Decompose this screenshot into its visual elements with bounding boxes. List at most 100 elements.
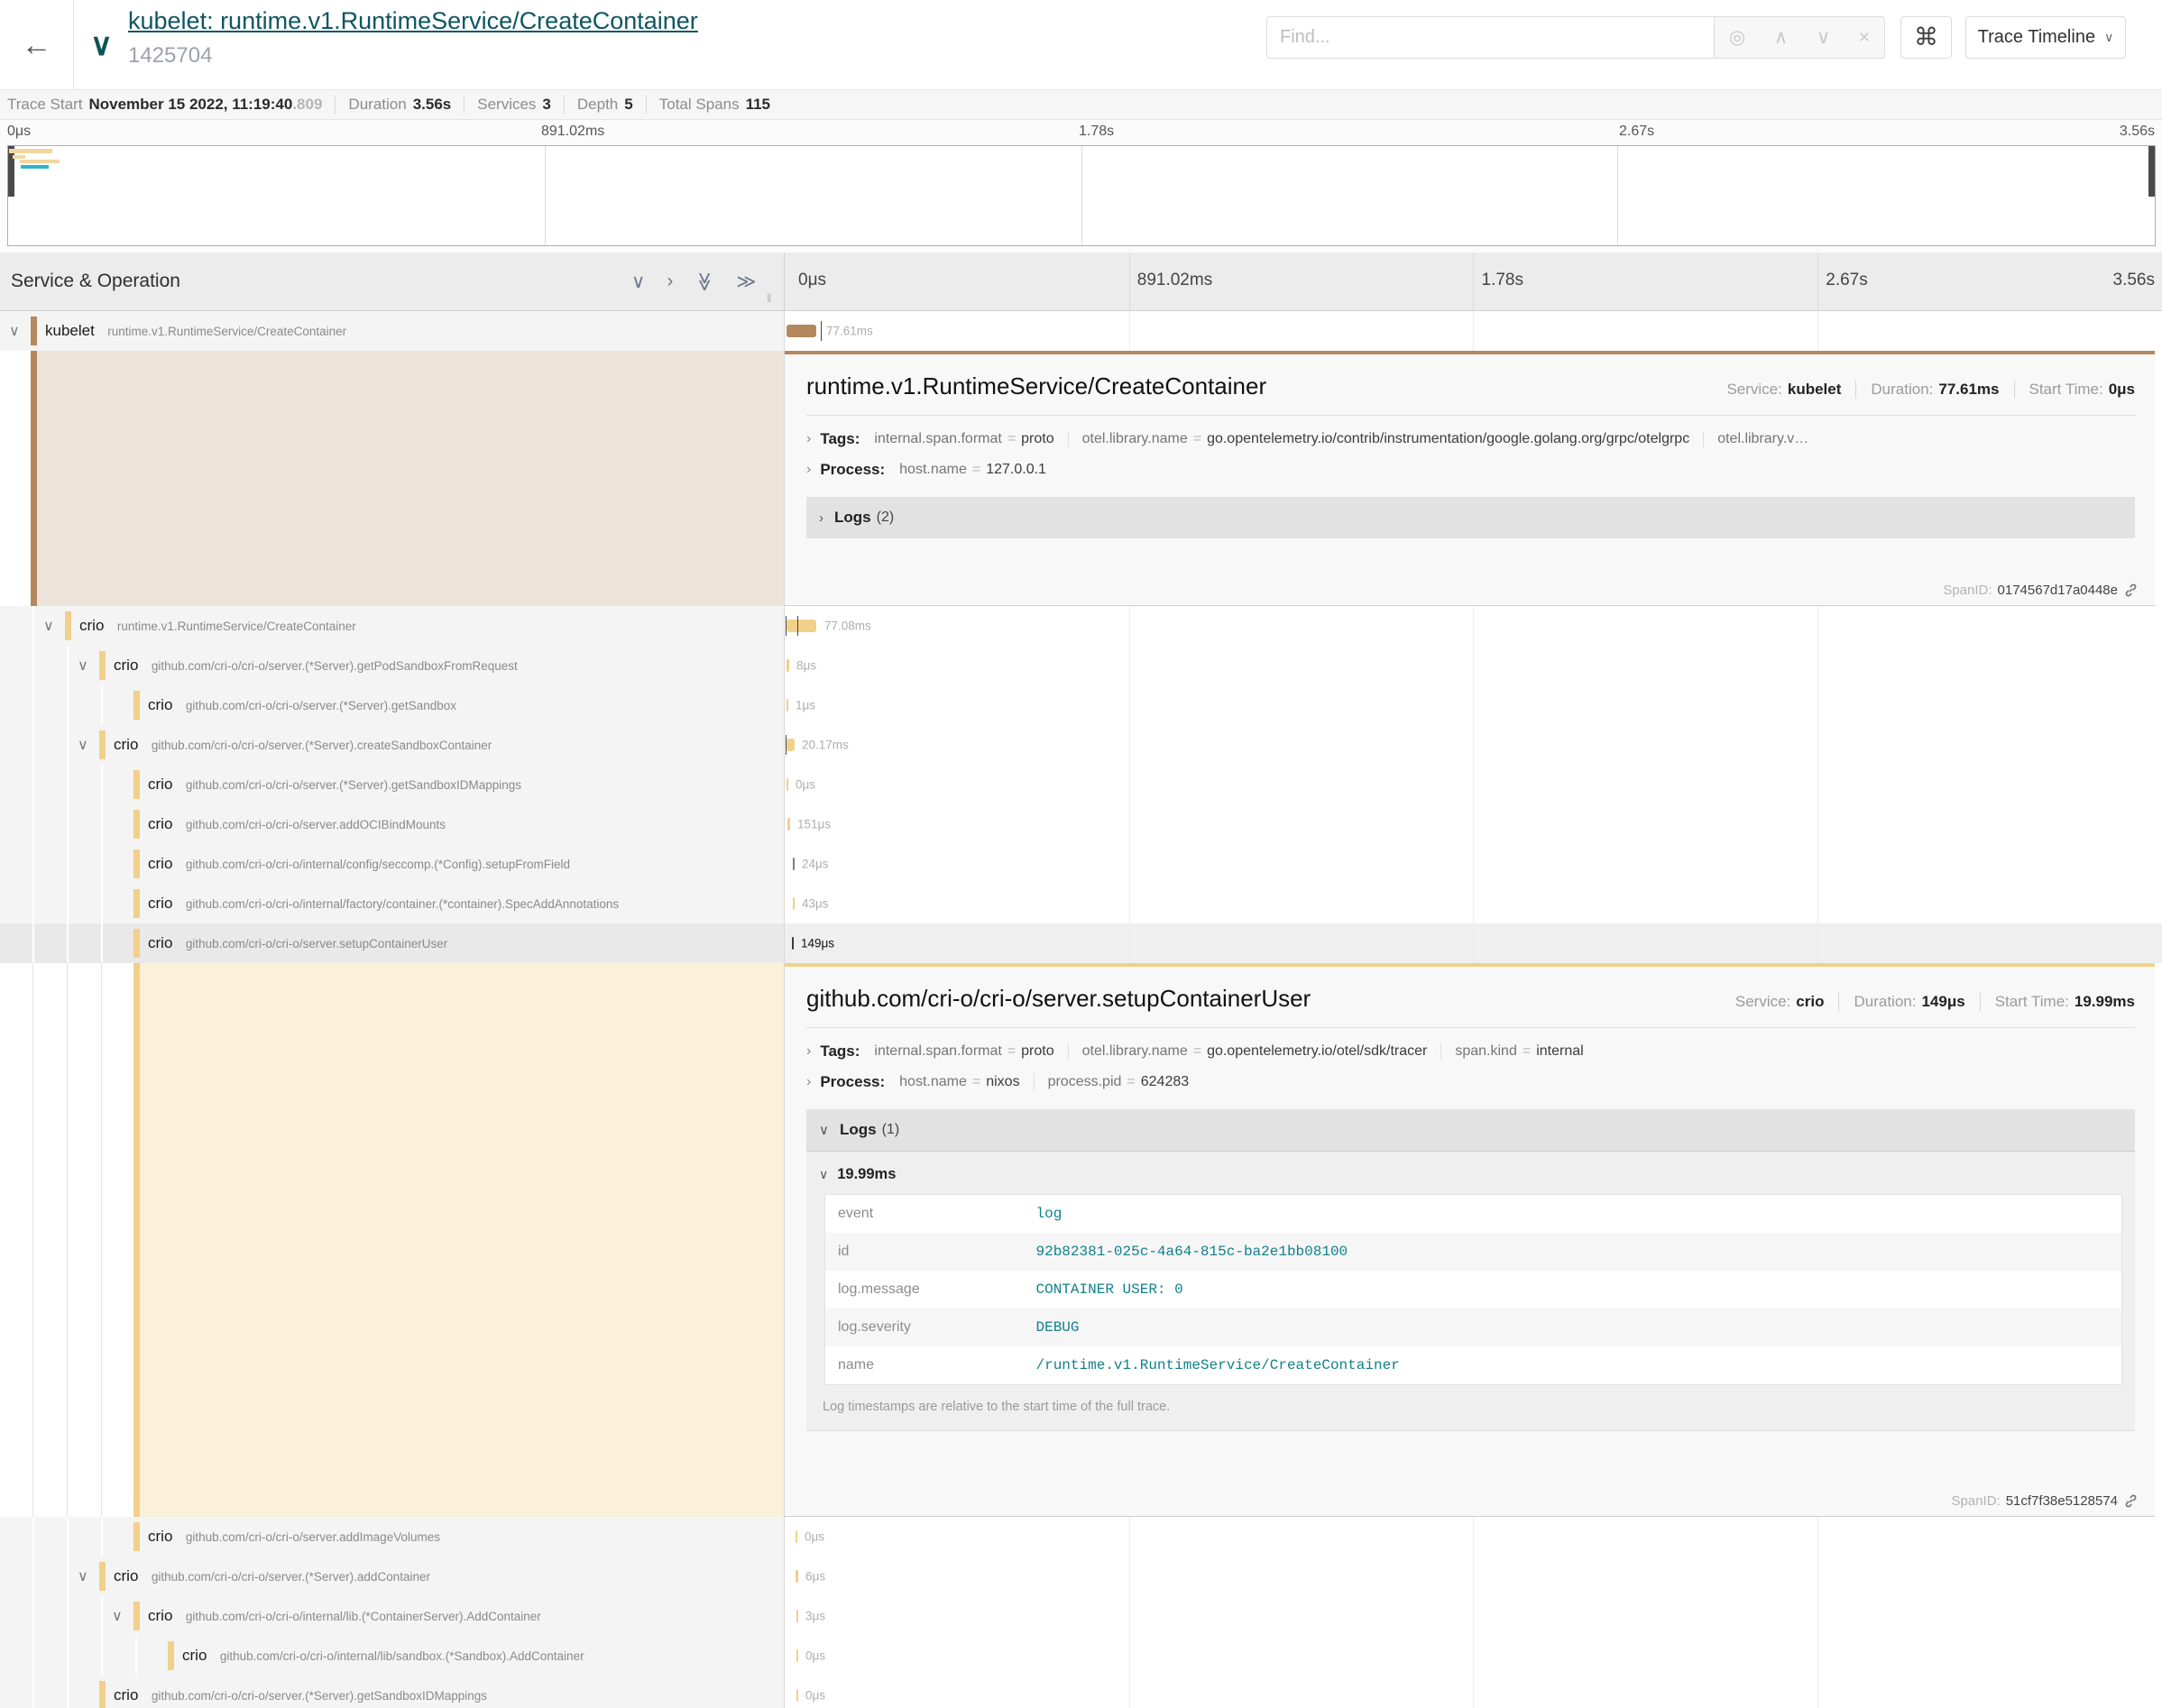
span-collapse-icon[interactable]: ∨ (112, 1607, 123, 1625)
span-timeline-cell[interactable]: 6μs (785, 1556, 2162, 1596)
span-collapse-icon[interactable]: ∨ (9, 322, 20, 340)
span-timeline-cell[interactable]: 77.61ms (785, 311, 2162, 351)
span-collapse-icon[interactable]: ∨ (78, 1567, 88, 1585)
span-timeline-cell[interactable]: 149μs (785, 923, 2162, 963)
trace-title-collapse-icon[interactable]: ∨ (90, 27, 113, 63)
span-table-header: Service & Operation ∨ › ≫ ≫ ‖ 0μs 891.02… (0, 253, 2162, 311)
span-bar[interactable] (796, 1610, 798, 1622)
span-bar[interactable] (787, 778, 788, 791)
process-accordion[interactable]: › Process: host.name=127.0.0.1 (806, 452, 2135, 482)
span-timeline-cell[interactable]: 151μs (785, 804, 2162, 844)
span-name[interactable]: crio github.com/cri-o/cri-o/server.(*Ser… (114, 1686, 487, 1704)
span-bar[interactable] (792, 937, 794, 950)
span-timeline-cell[interactable]: 0μs (785, 765, 2162, 804)
minimap-canvas[interactable] (7, 145, 2156, 246)
span-timeline-cell[interactable]: 3μs (785, 1596, 2162, 1636)
locate-icon[interactable]: ◎ (1729, 26, 1745, 49)
span-bar[interactable] (787, 699, 788, 712)
span-timeline-cell[interactable]: 77.08ms (785, 606, 2162, 646)
span-name[interactable]: kubelet runtime.v1.RuntimeService/Create… (45, 322, 346, 340)
span-row-setupcontaineruser[interactable]: crio github.com/cri-o/cri-o/server.setup… (0, 923, 2162, 963)
span-row-addimagevolumes[interactable]: crio github.com/cri-o/cri-o/server.addIm… (0, 1517, 2162, 1556)
find-clear-icon[interactable]: × (1859, 27, 1870, 49)
span-name[interactable]: crio github.com/cri-o/cri-o/server.(*Ser… (114, 736, 492, 754)
span-bar[interactable] (787, 325, 816, 337)
column-resize-handle[interactable]: ‖ (767, 291, 773, 305)
trace-title-link[interactable]: kubelet: runtime.v1.RuntimeService/Creat… (128, 7, 698, 35)
span-name[interactable]: crio github.com/cri-o/cri-o/internal/con… (148, 855, 570, 873)
link-icon[interactable] (2123, 1493, 2139, 1509)
span-row-addocibindmounts[interactable]: crio github.com/cri-o/cri-o/server.addOC… (0, 804, 2162, 844)
span-bar[interactable] (796, 1649, 798, 1662)
span-timeline-cell[interactable]: 0μs (785, 1636, 2162, 1676)
collapse-all-icon[interactable]: ≫ (694, 271, 716, 291)
minimap-right-scrub-handle[interactable] (2148, 146, 2155, 197)
expand-all-icon[interactable]: ≫ (736, 271, 756, 293)
back-button[interactable]: ← (0, 0, 74, 90)
span-name[interactable]: crio github.com/cri-o/cri-o/internal/lib… (148, 1607, 541, 1625)
span-row-createsandboxcontainer[interactable]: ∨ crio github.com/cri-o/cri-o/server.(*S… (0, 725, 2162, 765)
span-row-crio-createcontainer[interactable]: ∨ crio runtime.v1.RuntimeService/CreateC… (0, 606, 2162, 646)
link-icon[interactable] (2123, 583, 2139, 598)
timeline-minimap[interactable]: 0μs 891.02ms 1.78s 2.67s 3.56s (0, 120, 2162, 253)
span-name[interactable]: crio github.com/cri-o/cri-o/server.setup… (148, 934, 447, 952)
minimap-left-scrub-handle[interactable] (8, 146, 14, 197)
trace-view-selector[interactable]: Trace Timeline ∨ (1965, 16, 2126, 59)
span-name[interactable]: crio github.com/cri-o/cri-o/server.(*Ser… (148, 696, 456, 714)
span-collapse-icon[interactable]: ∨ (78, 736, 88, 754)
span-row-getpodsandboxfromrequest[interactable]: ∨ crio github.com/cri-o/cri-o/server.(*S… (0, 646, 2162, 685)
span-timeline-cell[interactable]: 0μs (785, 1676, 2162, 1708)
span-row-getsandboxidmappings[interactable]: crio github.com/cri-o/cri-o/server.(*Ser… (0, 765, 2162, 804)
span-name[interactable]: crio github.com/cri-o/cri-o/server.(*Ser… (114, 1567, 430, 1585)
span-bar[interactable] (787, 818, 790, 831)
span-name[interactable]: crio github.com/cri-o/cri-o/internal/fac… (148, 895, 619, 913)
span-row-sandbox-addcontainer[interactable]: crio github.com/cri-o/cri-o/internal/lib… (0, 1636, 2162, 1676)
keyboard-shortcuts-button[interactable]: ⌘ (1900, 16, 1952, 59)
span-row-seccomp-setupfromfield[interactable]: crio github.com/cri-o/cri-o/internal/con… (0, 844, 2162, 884)
span-bar[interactable] (796, 1689, 798, 1702)
find-tools: ◎ ∧ ∨ × (1714, 16, 1885, 59)
span-row-getsandboxidmappings-2[interactable]: crio github.com/cri-o/cri-o/server.(*Ser… (0, 1676, 2162, 1708)
operation-name: github.com/cri-o/cri-o/server.(*Server).… (152, 1689, 487, 1703)
logs-accordion[interactable]: › Logs (2) (806, 497, 2135, 538)
span-bar[interactable] (796, 1530, 797, 1543)
span-name[interactable]: crio github.com/cri-o/cri-o/internal/lib… (182, 1647, 584, 1665)
find-input[interactable] (1266, 16, 1714, 59)
span-name[interactable]: crio github.com/cri-o/cri-o/server.(*Ser… (148, 776, 521, 794)
tags-accordion[interactable]: › Tags: internal.span.format=proto otel.… (806, 1033, 2135, 1064)
span-timeline-cell[interactable]: 8μs (785, 646, 2162, 685)
span-timeline-cell[interactable]: 43μs (785, 884, 2162, 923)
span-timeline-cell[interactable]: 0μs (785, 1517, 2162, 1556)
span-name[interactable]: crio github.com/cri-o/cri-o/server.addIm… (148, 1528, 440, 1546)
span-row-getsandbox[interactable]: crio github.com/cri-o/cri-o/server.(*Ser… (0, 685, 2162, 725)
span-timeline-cell[interactable]: 1μs (785, 685, 2162, 725)
span-row-containerserver-addcontainer[interactable]: ∨ crio github.com/cri-o/cri-o/internal/l… (0, 1596, 2162, 1636)
expand-one-icon[interactable]: › (667, 271, 673, 292)
start-time-value: 0μs (2109, 381, 2135, 398)
log-entry-toggle[interactable]: ∨19.99ms (817, 1155, 2124, 1194)
span-bar[interactable] (796, 1570, 798, 1583)
span-name[interactable]: crio runtime.v1.RuntimeService/CreateCon… (79, 617, 356, 635)
find-next-icon[interactable]: ∨ (1817, 26, 1830, 49)
span-collapse-icon[interactable]: ∨ (78, 657, 88, 675)
collapse-one-icon[interactable]: ∨ (631, 271, 645, 293)
span-bar[interactable] (787, 620, 816, 632)
span-bar[interactable] (787, 659, 789, 672)
span-name[interactable]: crio github.com/cri-o/cri-o/server.addOC… (148, 815, 446, 833)
span-name[interactable]: crio github.com/cri-o/cri-o/server.(*Ser… (114, 657, 518, 675)
tags-accordion[interactable]: › Tags: internal.span.format=proto otel.… (806, 421, 2135, 452)
span-bar[interactable] (787, 739, 795, 751)
span-row-specaddannotations[interactable]: crio github.com/cri-o/cri-o/internal/fac… (0, 884, 2162, 923)
process-accordion[interactable]: › Process: host.name=nixos process.pid=6… (806, 1064, 2135, 1095)
span-bar[interactable] (793, 858, 795, 870)
span-row-kubelet-createcontainer[interactable]: ∨ kubelet runtime.v1.RuntimeService/Crea… (0, 311, 2162, 351)
operation-name: github.com/cri-o/cri-o/internal/lib.(*Co… (186, 1610, 541, 1623)
span-timeline-cell[interactable]: 24μs (785, 844, 2162, 884)
span-timeline-cell[interactable]: 20.17ms (785, 725, 2162, 765)
total-spans-label: Total Spans (659, 96, 740, 114)
span-row-addcontainer[interactable]: ∨ crio github.com/cri-o/cri-o/server.(*S… (0, 1556, 2162, 1596)
find-prev-icon[interactable]: ∧ (1774, 26, 1788, 49)
logs-accordion[interactable]: ∨ Logs (1) (806, 1109, 2135, 1152)
span-collapse-icon[interactable]: ∨ (43, 617, 54, 635)
span-bar[interactable] (793, 897, 795, 910)
